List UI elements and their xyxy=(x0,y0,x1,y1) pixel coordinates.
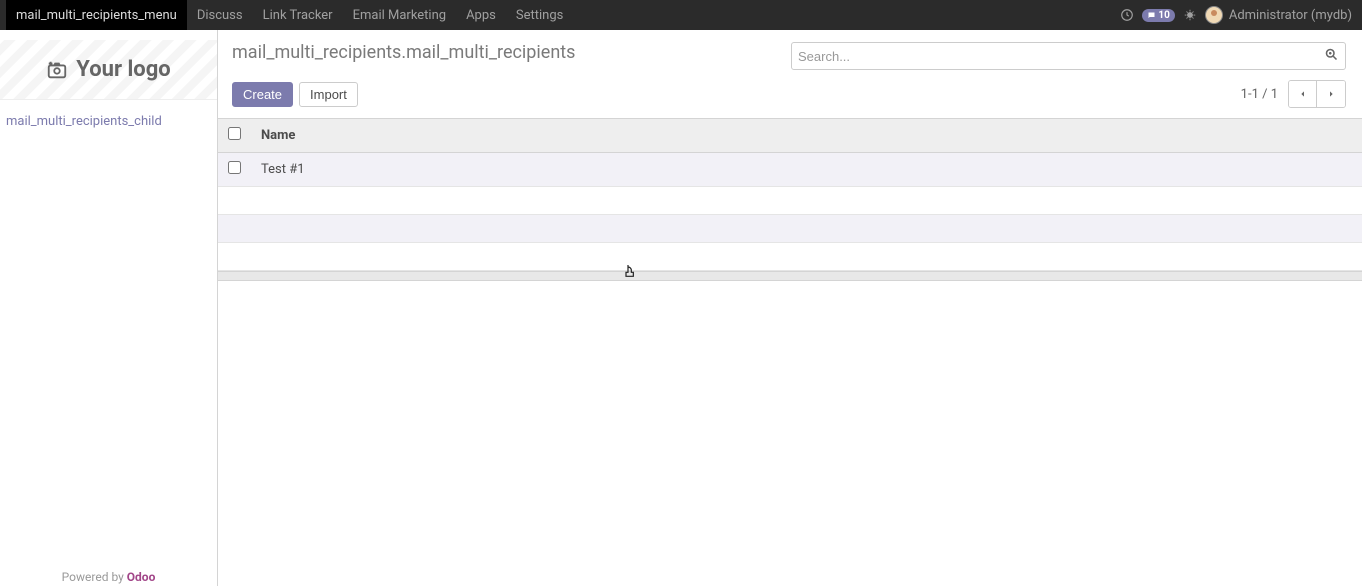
pager: 1-1 / 1 xyxy=(1241,80,1346,108)
navbar-left: mail_multi_recipients_menu Discuss Link … xyxy=(6,0,573,30)
bug-icon[interactable] xyxy=(1183,8,1197,22)
chevron-left-icon xyxy=(1299,88,1307,100)
row-checkbox[interactable] xyxy=(228,161,241,174)
header-checkbox-cell xyxy=(218,119,251,153)
nav-item-active[interactable]: mail_multi_recipients_menu xyxy=(6,0,187,30)
sidebar-menu: mail_multi_recipients_child xyxy=(0,100,217,143)
action-buttons: Create Import xyxy=(232,82,358,107)
row-checkbox-cell xyxy=(218,153,251,187)
nav-item-settings[interactable]: Settings xyxy=(506,0,573,30)
empty-row[interactable] xyxy=(218,215,1362,243)
messages-count: 10 xyxy=(1158,10,1169,21)
sidebar: Your logo mail_multi_recipients_child Po… xyxy=(0,30,218,586)
search-plus-icon[interactable] xyxy=(1324,47,1339,66)
clock-icon[interactable] xyxy=(1120,8,1134,22)
footer-prefix: Powered by xyxy=(62,570,127,584)
nav-item-email-marketing[interactable]: Email Marketing xyxy=(343,0,456,30)
table-row[interactable]: Test #1 xyxy=(218,153,1362,187)
pager-prev[interactable] xyxy=(1289,81,1317,107)
content: mail_multi_recipients.mail_multi_recipie… xyxy=(218,30,1362,586)
list-table: Name Test #1 xyxy=(218,118,1362,271)
header-name[interactable]: Name xyxy=(251,119,1362,153)
pager-info: 1-1 / 1 xyxy=(1241,87,1278,102)
messages-badge[interactable]: 10 xyxy=(1142,9,1174,22)
content-header: mail_multi_recipients.mail_multi_recipie… xyxy=(218,30,1362,74)
select-all-checkbox[interactable] xyxy=(228,127,241,140)
pager-nav xyxy=(1288,80,1346,108)
navbar-right: 10 Administrator (mydb) xyxy=(1120,6,1356,24)
table-footer-bar xyxy=(218,271,1362,281)
table-header-row: Name xyxy=(218,119,1362,153)
user-menu[interactable]: Administrator (mydb) xyxy=(1205,6,1356,24)
chevron-right-icon xyxy=(1327,88,1335,100)
nav-item-link-tracker[interactable]: Link Tracker xyxy=(253,0,343,30)
main-layout: Your logo mail_multi_recipients_child Po… xyxy=(0,30,1362,586)
search-box[interactable] xyxy=(791,42,1346,70)
user-label: Administrator (mydb) xyxy=(1229,8,1352,23)
top-navbar: mail_multi_recipients_menu Discuss Link … xyxy=(0,0,1362,30)
row-name: Test #1 xyxy=(251,153,1362,187)
footer-brand[interactable]: Odoo xyxy=(127,570,156,584)
camera-icon xyxy=(46,59,68,81)
pager-next[interactable] xyxy=(1317,81,1345,107)
create-button[interactable]: Create xyxy=(232,82,293,107)
logo-text: Your logo xyxy=(76,57,170,82)
logo[interactable]: Your logo xyxy=(0,40,217,100)
controls-row: Create Import 1-1 / 1 xyxy=(218,74,1362,118)
empty-row[interactable] xyxy=(218,187,1362,215)
import-button[interactable]: Import xyxy=(299,82,358,107)
sidebar-top: Your logo mail_multi_recipients_child xyxy=(0,30,217,143)
empty-row[interactable] xyxy=(218,243,1362,271)
sidebar-footer: Powered by Odoo xyxy=(0,570,217,586)
search-input[interactable] xyxy=(798,49,1324,64)
avatar xyxy=(1205,6,1223,24)
sidebar-item-child[interactable]: mail_multi_recipients_child xyxy=(6,112,211,131)
breadcrumb: mail_multi_recipients.mail_multi_recipie… xyxy=(232,42,575,63)
nav-item-apps[interactable]: Apps xyxy=(456,0,506,30)
nav-item-discuss[interactable]: Discuss xyxy=(187,0,253,30)
